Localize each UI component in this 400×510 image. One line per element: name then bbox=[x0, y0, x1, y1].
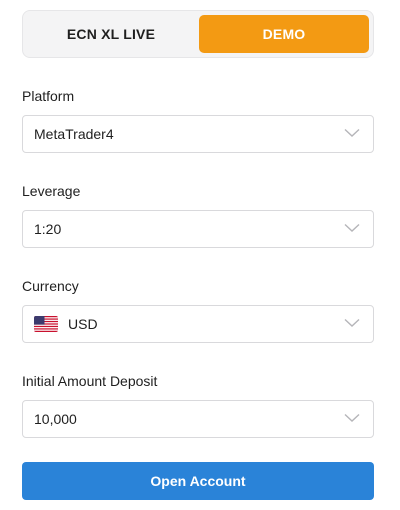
platform-value: MetaTrader4 bbox=[34, 126, 114, 142]
tab-demo[interactable]: DEMO bbox=[199, 15, 369, 53]
open-account-button[interactable]: Open Account bbox=[22, 462, 374, 500]
currency-select[interactable]: USD bbox=[22, 305, 374, 343]
account-type-toggle: ECN XL LIVE DEMO bbox=[22, 10, 374, 58]
currency-value: USD bbox=[68, 316, 98, 332]
leverage-select[interactable]: 1:20 bbox=[22, 210, 374, 248]
currency-label: Currency bbox=[22, 278, 79, 294]
deposit-value: 10,000 bbox=[34, 411, 77, 427]
platform-select[interactable]: MetaTrader4 bbox=[22, 115, 374, 153]
tab-ecn-xl-live[interactable]: ECN XL LIVE bbox=[27, 15, 195, 53]
leverage-label: Leverage bbox=[22, 183, 81, 199]
chevron-down-icon bbox=[344, 128, 360, 137]
chevron-down-icon bbox=[344, 223, 360, 232]
platform-label: Platform bbox=[22, 88, 75, 104]
deposit-label: Initial Amount Deposit bbox=[22, 373, 158, 389]
open-account-form: ECN XL LIVE DEMO Platform MetaTrader4 Le… bbox=[0, 0, 400, 510]
leverage-value: 1:20 bbox=[34, 221, 62, 237]
chevron-down-icon bbox=[344, 413, 360, 422]
deposit-select[interactable]: 10,000 bbox=[22, 400, 374, 438]
chevron-down-icon bbox=[344, 318, 360, 327]
us-flag-icon bbox=[34, 316, 58, 332]
